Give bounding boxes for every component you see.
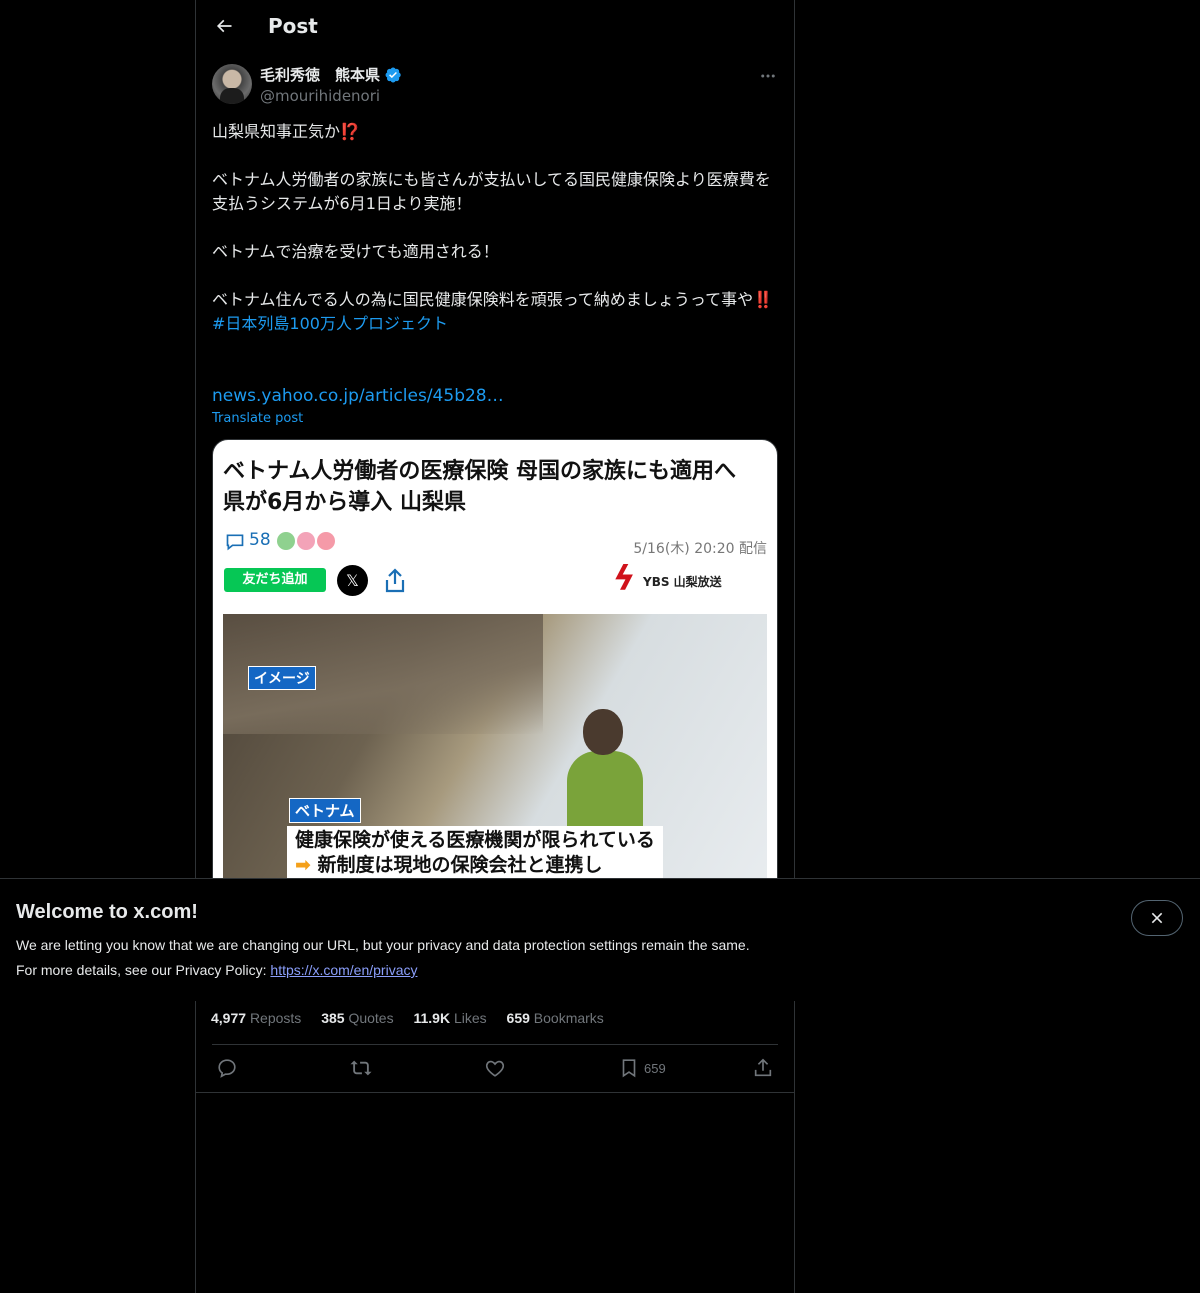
- page-title: Post: [268, 14, 318, 38]
- reaction-face-icon: [277, 532, 295, 550]
- author-display-name[interactable]: 毛利秀徳 熊本県: [260, 65, 380, 85]
- like-button[interactable]: [484, 1057, 506, 1079]
- photo-caption: 健康保険が使える医療機関が限られている ➡ 新制度は現地の保険会社と連携し: [287, 826, 663, 880]
- author-handle[interactable]: @mourihidenori: [260, 86, 380, 106]
- reply-button[interactable]: [216, 1057, 238, 1079]
- main-column: Post 毛利秀徳 熊本県 @mourihidenori 山梨県知事正気か⁉️ ベ…: [195, 0, 795, 1293]
- close-icon: [1151, 912, 1163, 924]
- article-headline: ベトナム人労働者の医療保険 母国の家族にも適用へ 県が6月から導入 山梨県: [223, 459, 737, 515]
- caption-line2: 新制度は現地の保険会社と連携し: [317, 854, 603, 876]
- post-stats: 4,977 Reposts 385 Quotes 11.9K Likes 659…: [211, 1008, 620, 1028]
- bookmarks-stat[interactable]: 659 Bookmarks: [507, 1010, 604, 1026]
- reposts-stat[interactable]: 4,977 Reposts: [211, 1010, 301, 1026]
- post-para2: ベトナム人労働者の家族にも皆さんが支払いしてる国民健康保険より医療費を支払うシス…: [212, 170, 771, 213]
- article-source: YBS 山梨放送: [643, 575, 722, 589]
- article-comment-count: 58: [249, 530, 271, 550]
- hashtag-link[interactable]: #日本列島100万人プロジェクト: [212, 312, 778, 336]
- like-icon: [485, 1060, 505, 1077]
- reaction-face-icon: [317, 532, 335, 550]
- ybs-logo-icon: ϟ: [613, 559, 636, 599]
- quotes-stat[interactable]: 385 Quotes: [321, 1010, 393, 1026]
- banner-title: Welcome to x.com!: [16, 901, 198, 923]
- more-icon: [761, 74, 775, 78]
- article-date: 5/16(木) 20:20 配信: [633, 541, 767, 557]
- article-photo: イメージ ベトナム 健康保険が使える医療機関が限られている ➡ 新制度は現地の保…: [223, 614, 767, 898]
- post-author: 毛利秀徳 熊本県 @mourihidenori: [212, 64, 778, 108]
- privacy-policy-link[interactable]: https://x.com/en/privacy: [270, 962, 417, 978]
- reply-icon: [218, 1059, 236, 1078]
- bookmark-icon: [622, 1059, 636, 1078]
- likes-stat[interactable]: 11.9K Likes: [413, 1010, 486, 1026]
- share-icon: [754, 1058, 772, 1077]
- post-para3: ベトナムで治療を受けても適用される！: [212, 242, 499, 261]
- close-banner-button[interactable]: [1131, 900, 1183, 936]
- image-tag: イメージ: [248, 666, 316, 690]
- line-add-friend-button: 友だち追加: [224, 568, 326, 592]
- caption-line1: 健康保険が使える医療機関が限られている: [295, 829, 655, 851]
- more-button[interactable]: [754, 64, 782, 88]
- repost-icon: [350, 1060, 372, 1076]
- post-para4: ベトナム住んでる人の為に国民健康保険料を頑張って納めましょうって事や: [212, 290, 754, 309]
- post-para4-emoji: ‼️: [753, 290, 774, 309]
- avatar[interactable]: [212, 64, 252, 104]
- divider: [196, 1092, 794, 1093]
- bookmark-button[interactable]: 659: [618, 1057, 666, 1079]
- url-change-banner: Welcome to x.com! We are letting you kno…: [0, 878, 1200, 1001]
- share-button[interactable]: [752, 1057, 774, 1079]
- post-line1: 山梨県知事正気か: [212, 122, 341, 141]
- country-tag: ベトナム: [289, 798, 361, 823]
- back-arrow-icon: [216, 19, 232, 33]
- x-logo-icon: 𝕏: [337, 565, 368, 596]
- article-share-icon: [385, 568, 405, 593]
- bookmark-count: 659: [644, 1060, 666, 1076]
- banner-line2-prefix: For more details, see our Privacy Policy…: [16, 962, 271, 978]
- arrow-icon: ➡: [295, 854, 311, 876]
- post-header: Post: [196, 0, 794, 53]
- article-link[interactable]: news.yahoo.co.jp/articles/45b28…: [212, 384, 504, 408]
- post-line1-emoji: ⁉️: [340, 122, 360, 141]
- post-image[interactable]: ベトナム人労働者の医療保険 母国の家族にも適用へ 県が6月から導入 山梨県 58…: [212, 439, 778, 899]
- comment-icon: [226, 534, 244, 551]
- repost-button[interactable]: [350, 1057, 372, 1079]
- post-text: 山梨県知事正気か⁉️ ベトナム人労働者の家族にも皆さんが支払いしてる国民健康保険よ…: [212, 120, 778, 336]
- back-button[interactable]: [210, 12, 238, 40]
- verified-badge-icon: [385, 67, 401, 83]
- reaction-face-icon: [297, 532, 315, 550]
- translate-post-link[interactable]: Translate post: [212, 410, 303, 428]
- action-bar: 659: [212, 1045, 778, 1091]
- banner-body: We are letting you know that we are chan…: [16, 933, 750, 983]
- banner-line1: We are letting you know that we are chan…: [16, 937, 750, 953]
